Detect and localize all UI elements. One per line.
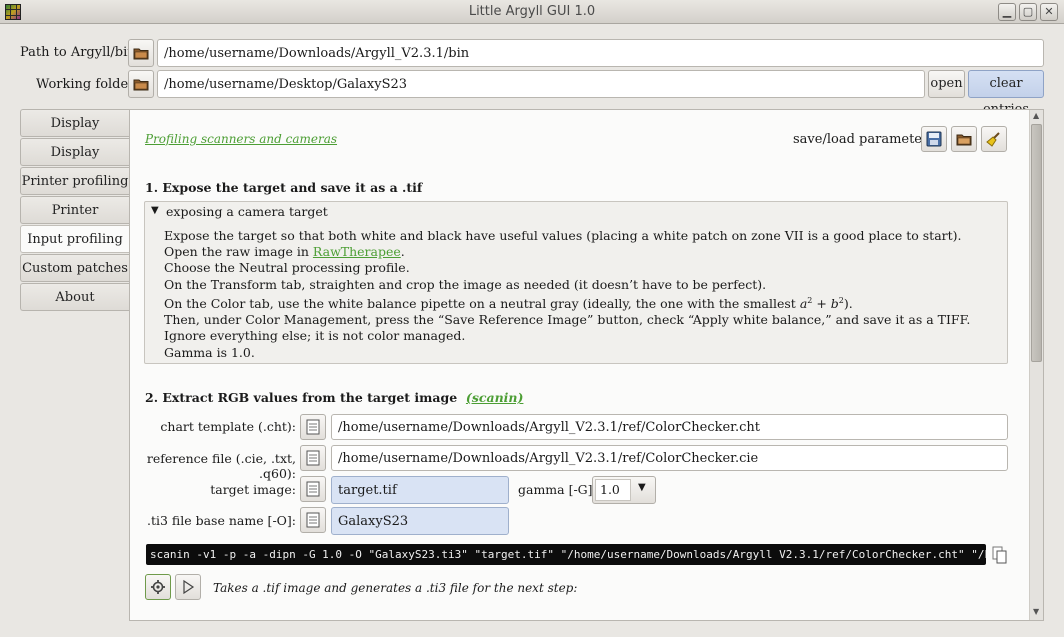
clear-params-button[interactable] <box>981 126 1007 152</box>
file-icon <box>306 512 320 528</box>
save-params-icon <box>926 131 942 147</box>
sidebar-item-printer-calibration[interactable]: Printer calibration <box>20 196 129 245</box>
sidebar-item-printer-profiling[interactable]: Printer profiling <box>20 167 129 195</box>
chart-template-browse-button[interactable] <box>300 414 326 440</box>
step2-heading: 2. Extract RGB values from the target im… <box>145 390 524 405</box>
copy-icon <box>992 546 1007 564</box>
file-icon <box>306 481 320 497</box>
close-button[interactable]: ✕ <box>1040 3 1058 21</box>
title-bar: Little Argyll GUI 1.0 ▁ ▢ ✕ <box>0 0 1064 24</box>
instruction-line: On the Transform tab, straighten and cro… <box>164 276 767 292</box>
play-icon <box>183 579 195 595</box>
rawtherapee-link[interactable]: RawTherapee <box>313 244 401 259</box>
copy-command-button[interactable] <box>992 546 1008 564</box>
scanin-link[interactable]: (scanin) <box>466 390 524 405</box>
run-button[interactable] <box>175 574 201 600</box>
command-preview[interactable]: scanin -v1 -p -a -dipn -G 1.0 -O "Galaxy… <box>146 544 986 565</box>
clear-entries-button[interactable]: clear entries <box>968 70 1044 117</box>
file-icon <box>306 450 320 466</box>
instruction-line: On the Color tab, use the white balance … <box>164 295 853 311</box>
input-profiling-panel: Profiling scanners and cameras save/load… <box>129 109 1044 621</box>
instruction-line: Open the raw image in RawTherapee. <box>164 244 405 260</box>
load-params-button[interactable] <box>951 126 977 152</box>
panel-scrollbar[interactable]: ▲ ▼ <box>1029 110 1043 620</box>
target-image-input[interactable]: target.tif <box>331 476 509 504</box>
target-image-label: target image: <box>210 482 296 497</box>
sidebar-item-input-profiling[interactable]: Input profiling <box>20 225 129 253</box>
sidebar-item-display-calibration[interactable]: Display calibration <box>20 109 129 158</box>
file-icon <box>306 419 320 435</box>
save-params-button[interactable] <box>921 126 947 152</box>
reference-file-input[interactable]: /home/username/Downloads/Argyll_V2.3.1/r… <box>331 445 1008 471</box>
expander-triangle-icon[interactable]: ▼ <box>151 205 159 216</box>
scroll-up-icon[interactable]: ▲ <box>1033 111 1039 120</box>
gamma-value: 1.0 <box>595 479 631 501</box>
load-params-icon <box>956 134 972 146</box>
chart-template-label: chart template (.cht): <box>160 419 296 434</box>
sidebar-item-custom-patches[interactable]: Custom patches <box>20 254 129 282</box>
instruction-line: Then, under Color Management, press the … <box>164 312 971 344</box>
gear-icon <box>151 580 165 594</box>
instruction-line: Gamma is 1.0. <box>164 344 255 360</box>
chart-template-input[interactable]: /home/username/Downloads/Argyll_V2.3.1/r… <box>331 414 1008 440</box>
reference-file-label: reference file (.cie, .txt, .q60): <box>146 451 296 481</box>
window-title: Little Argyll GUI 1.0 <box>468 4 596 19</box>
ti3-browse-button[interactable] <box>300 507 326 533</box>
argyll-path-input[interactable]: /home/username/Downloads/Argyll_V2.3.1/b… <box>157 39 1044 67</box>
step1-heading: 1. Expose the target and save it as a .t… <box>145 180 423 195</box>
instructions-text: Expose the target so that both white and… <box>164 228 1004 361</box>
argyll-path-label: Path to Argyll/bin: <box>20 45 141 60</box>
instruction-line: Choose the Neutral processing profile. <box>164 260 410 276</box>
folder-icon <box>133 48 149 60</box>
scroll-down-icon[interactable]: ▼ <box>1033 607 1039 616</box>
maximize-button[interactable]: ▢ <box>1019 3 1037 21</box>
folder-icon <box>133 79 149 91</box>
instruction-line: Expose the target so that both white and… <box>164 228 962 243</box>
working-folder-button[interactable] <box>128 70 154 98</box>
argyll-folder-button[interactable] <box>128 39 154 67</box>
chevron-down-icon: ▼ <box>638 482 646 493</box>
working-folder-label: Working folder: <box>36 77 139 92</box>
settings-button[interactable] <box>145 574 171 600</box>
camera-target-expander: ▼ exposing a camera target Expose the ta… <box>144 201 1008 364</box>
run-description: Takes a .tif image and generates a .ti3 … <box>213 581 578 595</box>
save-load-label: save/load parameters: <box>793 132 940 147</box>
sidebar-item-display-profiling[interactable]: Display profiling <box>20 138 129 187</box>
open-button[interactable]: open <box>928 70 965 98</box>
working-folder-input[interactable]: /home/username/Desktop/GalaxyS23 <box>157 70 925 98</box>
section-link[interactable]: Profiling scanners and cameras <box>145 132 337 146</box>
broom-icon <box>986 132 1000 147</box>
ti3-name-input[interactable]: GalaxyS23 <box>331 507 509 535</box>
target-image-browse-button[interactable] <box>300 476 326 502</box>
minimize-button[interactable]: ▁ <box>998 3 1016 21</box>
reference-file-browse-button[interactable] <box>300 445 326 471</box>
expander-title[interactable]: exposing a camera target <box>166 204 328 219</box>
gamma-select[interactable]: 1.0 ▼ <box>592 476 656 504</box>
gamma-label: gamma [-G]: <box>518 482 597 497</box>
sidebar-item-about[interactable]: About <box>20 283 129 311</box>
scrollbar-thumb[interactable] <box>1031 124 1042 362</box>
ti3-name-label: .ti3 file base name [-O]: <box>146 513 296 528</box>
